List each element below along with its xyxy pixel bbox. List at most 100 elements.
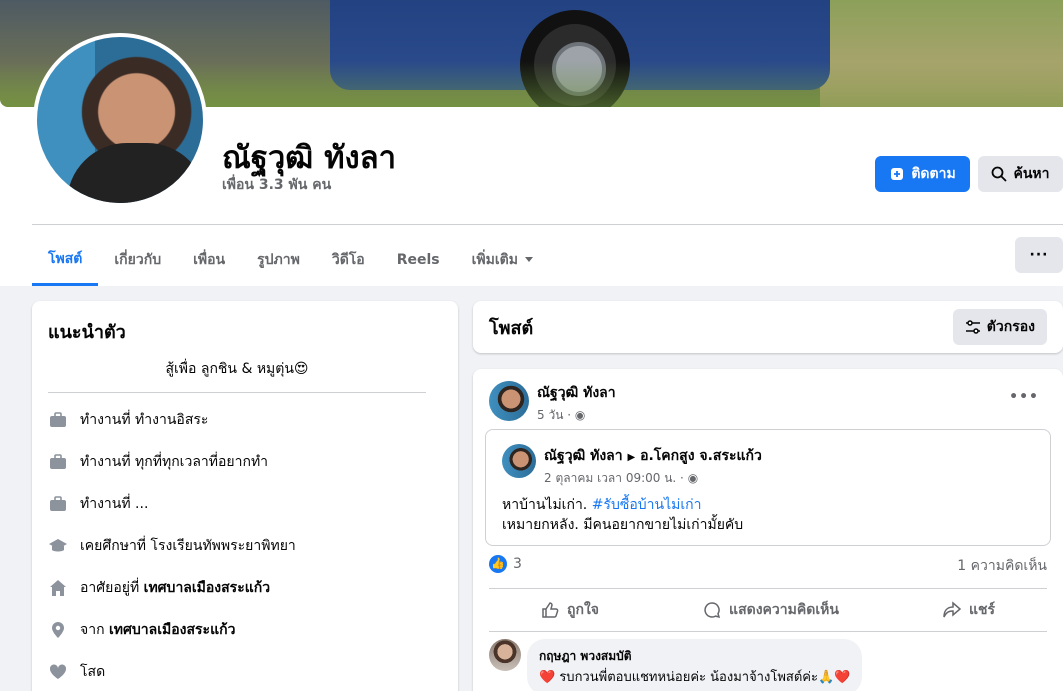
like-button[interactable]: ถูกใจ [541, 599, 599, 621]
comment-count[interactable]: 1 ความคิดเห็น [957, 555, 1047, 577]
shared-author-line: ณัฐวุฒิ ทังลา ▶ อ.โคกสูง จ.สระแก้ว [544, 445, 762, 467]
like-reaction-icon: 👍 [489, 555, 507, 573]
intro-item-value[interactable]: เทศบาลเมืองสระแก้ว [109, 622, 235, 638]
intro-item-value: โรงเรียนทัพพระยาพิทยา [150, 538, 296, 554]
comment-button[interactable]: แสดงความคิดเห็น [703, 599, 839, 621]
friends-count[interactable]: เพื่อน 3.3 พัน คน [222, 174, 331, 196]
intro-item-prefix: โสด [80, 664, 106, 680]
post-author[interactable]: ณัฐวุฒิ ทังลา [537, 382, 616, 404]
hashtag-link[interactable]: #รับซื้อบ้านไม่เก่า [592, 497, 702, 513]
shared-post-header: ณัฐวุฒิ ทังลา ▶ อ.โคกสูง จ.สระแก้ว 2 ตุล… [502, 444, 762, 488]
filter-label: ตัวกรอง [986, 319, 1035, 335]
comment-text: รบกวนพี่ตอบแชทหน่อยค่ะ น้องมาจ้างโพสต์ค่… [559, 670, 835, 685]
intro-item: จาก เทศบาลเมืองสระแก้ว [48, 609, 442, 651]
post-header: ณัฐวุฒิ ทังลา 5 วัน · ◉ [489, 381, 616, 425]
intro-item-text: จาก เทศบาลเมืองสระแก้ว [80, 619, 235, 641]
shared-author[interactable]: ณัฐวุฒิ ทังลา [544, 448, 623, 464]
intro-item-value[interactable]: เทศบาลเมืองสระแก้ว [144, 580, 270, 596]
tab-photos[interactable]: รูปภาพ [241, 234, 316, 286]
shared-post-text: หาบ้านไม่เก่า. #รับซื้อบ้านไม่เก่า เหมาย… [502, 495, 743, 535]
commenter-name[interactable]: กฤษฎา พวงสมบัติ [539, 647, 850, 666]
post-line1: หาบ้านไม่เก่า. [502, 497, 592, 513]
intro-item-text: อาศัยอยู่ที่ เทศบาลเมืองสระแก้ว [80, 577, 270, 599]
filter-button[interactable]: ตัวกรอง [952, 309, 1047, 345]
briefcase-icon [48, 410, 68, 430]
graduation-cap-icon [48, 536, 68, 556]
profile-more-button[interactable]: ··· [1015, 237, 1063, 273]
shared-post[interactable]: ณัฐวุฒิ ทังลา ▶ อ.โคกสูง จ.สระแก้ว 2 ตุล… [485, 429, 1051, 546]
intro-item: โสด [48, 651, 442, 691]
tab-videos[interactable]: วิดีโอ [316, 234, 381, 286]
like-label: ถูกใจ [567, 602, 600, 618]
posts-title: โพสต์ [489, 317, 534, 339]
intro-item-text: ทำงานที่ ... [80, 493, 148, 515]
follow-button[interactable]: ติดตาม [875, 156, 970, 192]
share-label: แชร์ [968, 602, 995, 618]
arrow-right-icon: ▶ [627, 452, 636, 463]
intro-item-value: ... [135, 496, 149, 512]
tab-about[interactable]: เกี่ยวกับ [98, 234, 177, 286]
intro-bio: สู้เพื่อ ลูกชิน & หมูตุ่น😍 [48, 358, 426, 393]
intro-item-prefix: อาศัยอยู่ที่ [80, 580, 144, 596]
intro-item-prefix: ทำงานที่ [80, 454, 136, 470]
comment-label: แสดงความคิดเห็น [729, 602, 839, 618]
post-actions: ถูกใจ แสดงความคิดเห็น แชร์ [489, 588, 1047, 632]
intro-item-value: ทำงานอิสระ [135, 412, 209, 428]
filter-icon [965, 320, 980, 334]
intro-item-prefix: ทำงานที่ [80, 412, 136, 428]
comment-body: ❤️ รบกวนพี่ตอบแชทหน่อยค่ะ น้องมาจ้างโพสต… [539, 666, 850, 687]
shared-location[interactable]: อ.โคกสูง จ.สระแก้ว [640, 448, 762, 464]
comment-bubble: กฤษฎา พวงสมบัติ ❤️ รบกวนพี่ตอบแชทหน่อยค่… [527, 639, 863, 691]
home-icon [48, 578, 68, 598]
intro-item-text: ทำงานที่ ทุกที่ทุกเวลาที่อยากทำ [80, 451, 268, 473]
tab-friends[interactable]: เพื่อน [177, 234, 241, 286]
search-icon [992, 166, 1008, 182]
heart-emoji-icon: ❤️ [539, 670, 556, 685]
comment-item: กฤษฎา พวงสมบัติ ❤️ รบกวนพี่ตอบแชทหน่อยค่… [489, 639, 863, 691]
globe-icon: ◉ [574, 408, 586, 422]
post-card: ณัฐวุฒิ ทังลา 5 วัน · ◉ ••• ณัฐวุฒิ ทังล… [473, 369, 1063, 691]
intro-item-value: ทุกที่ทุกเวลาที่อยากทำ [135, 454, 269, 470]
posts-header: โพสต์ ตัวกรอง [473, 301, 1063, 353]
location-pin-icon [48, 620, 68, 640]
thumbs-up-icon [542, 602, 559, 618]
commenter-avatar[interactable] [489, 639, 521, 671]
intro-card: แนะนำตัว สู้เพื่อ ลูกชิน & หมูตุ่น😍 ทำงา… [32, 301, 458, 691]
tab-more[interactable]: เพิ่มเติม [456, 234, 550, 286]
heart-emoji-icon: ❤️ [834, 670, 851, 685]
profile-header: ณัฐวุฒิ ทังลา เพื่อน 3.3 พัน คน ติดตาม ค… [0, 0, 1063, 286]
shared-time[interactable]: 2 ตุลาคม เวลา 09:00 น. · [544, 471, 684, 485]
intro-title: แนะนำตัว [48, 322, 126, 343]
search-label: ค้นหา [1013, 166, 1050, 182]
share-button[interactable]: แชร์ [943, 599, 995, 621]
intro-item: ทำงานที่ ... [48, 483, 442, 525]
intro-list: ทำงานที่ ทำงานอิสระ ทำงานที่ ทุกที่ทุกเวล… [48, 399, 442, 691]
globe-icon: ◉ [687, 471, 699, 485]
tab-more-label: เพิ่มเติม [471, 252, 518, 268]
intro-item-prefix: ทำงานที่ [80, 496, 136, 512]
comment-icon [704, 602, 721, 619]
caret-down-icon [524, 257, 533, 262]
post-time[interactable]: 5 วัน · [537, 408, 571, 422]
tab-reels[interactable]: Reels [381, 234, 456, 286]
reactions-bar: 👍 3 1 ความคิดเห็น [489, 555, 1047, 577]
post-author-avatar[interactable] [489, 381, 529, 421]
intro-item: เคยศึกษาที่ โรงเรียนทัพพระยาพิทยา [48, 525, 442, 567]
intro-item-prefix: จาก [80, 622, 109, 638]
heart-icon [48, 662, 68, 682]
profile-avatar[interactable] [33, 33, 207, 207]
follow-label: ติดตาม [911, 166, 956, 182]
tab-posts[interactable]: โพสต์ [32, 234, 99, 286]
shared-author-avatar[interactable] [502, 444, 536, 478]
post-meta: 5 วัน · ◉ [537, 406, 616, 425]
post-options-icon[interactable]: ••• [1009, 389, 1039, 405]
like-summary[interactable]: 👍 3 [489, 555, 522, 577]
like-count: 3 [513, 556, 522, 572]
intro-item-text: โสด [80, 661, 105, 683]
shared-meta: 2 ตุลาคม เวลา 09:00 น. · ◉ [544, 469, 762, 488]
intro-item-prefix: เคยศึกษาที่ [80, 538, 151, 554]
search-button[interactable]: ค้นหา [978, 156, 1063, 192]
header-divider [32, 224, 1063, 225]
intro-item: อาศัยอยู่ที่ เทศบาลเมืองสระแก้ว [48, 567, 442, 609]
share-icon [943, 601, 961, 618]
